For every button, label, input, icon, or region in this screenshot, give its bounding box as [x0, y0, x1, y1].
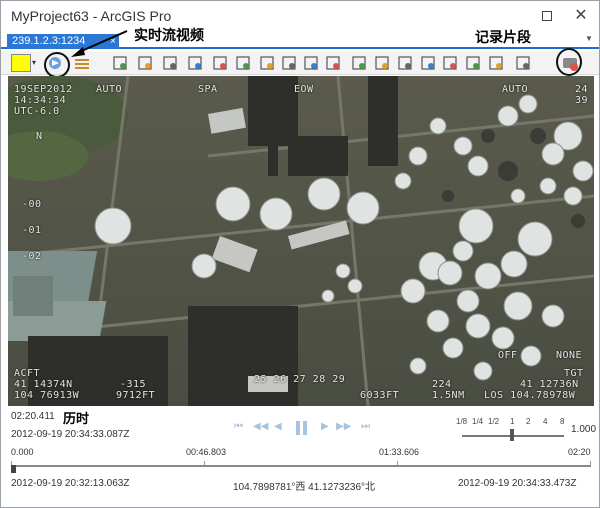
- go-to-end-icon[interactable]: ⏭: [361, 421, 370, 432]
- annotation-arrow: [71, 30, 128, 57]
- osd-acft-lon: 104 76913W: [14, 390, 80, 401]
- speed-label-2: 1/2: [488, 417, 500, 426]
- osd-acft-lat: 41 14374N: [14, 379, 73, 390]
- edit-graphic-icon[interactable]: [280, 54, 298, 72]
- osd-spa: SPA: [198, 84, 218, 95]
- osd-zoom: 39: [575, 95, 589, 106]
- pause-icon-bar-left: [296, 421, 300, 435]
- pause-button[interactable]: [296, 421, 308, 435]
- osd-north: N: [36, 131, 43, 142]
- speed-value: 1.000: [571, 424, 597, 435]
- restore-icon: [542, 11, 552, 21]
- playback-controls: 02:20.411 历时 2012-09-19 20:34:33.087Z ⏮ …: [1, 407, 599, 507]
- osd-tgt: TGT: [564, 368, 584, 379]
- step-forward-icon[interactable]: ▶: [321, 421, 329, 432]
- osd-date: 19SEP2012: [14, 84, 73, 95]
- timeline-track[interactable]: [11, 465, 591, 467]
- arcgis-video-player-window: MyProject63 - ArcGIS Pro ✕ 239.1.2.3:123…: [0, 0, 600, 508]
- start-datetime: 2012-09-19 20:32:13.063Z: [11, 478, 130, 489]
- pause-icon-bar-right: [303, 421, 307, 435]
- live-stream-highlight-circle: [44, 52, 70, 78]
- table-icon[interactable]: [350, 54, 368, 72]
- speed-label-3: 1: [510, 417, 515, 426]
- zoom-to-frame-icon[interactable]: [136, 54, 154, 72]
- timeline-thumb[interactable]: [11, 465, 16, 473]
- window-title: MyProject63 - ArcGIS Pro: [11, 8, 172, 24]
- speed-label-4: 2: [526, 417, 531, 426]
- speed-label-6: 8: [560, 417, 565, 426]
- record-icon[interactable]: [487, 54, 505, 72]
- step-back-icon[interactable]: ◀: [274, 421, 282, 432]
- swatch-dropdown-icon[interactable]: ▾: [32, 54, 40, 72]
- next-frame-icon[interactable]: ▶▶: [336, 421, 351, 432]
- elapsed-time: 02:20.411: [11, 411, 55, 422]
- osd-scale-2: -02: [22, 251, 42, 262]
- osd-auto-right: AUTO: [502, 84, 529, 95]
- osd-utc: UTC-6.0: [14, 106, 60, 117]
- osd-off: OFF: [498, 350, 518, 361]
- timeline-mark-1: 00:46.803: [186, 447, 227, 457]
- current-datetime: 2012-09-19 20:34:33.087Z: [11, 429, 130, 440]
- record-clip-highlight-circle: [556, 48, 582, 76]
- speed-label-0: 1/8: [456, 417, 468, 426]
- osd-tgt-lat: 41 12736N: [520, 379, 579, 390]
- image-icon[interactable]: [396, 54, 414, 72]
- osd-scale-1: -01: [22, 225, 42, 236]
- north-arrow-icon[interactable]: [211, 54, 229, 72]
- close-button[interactable]: ✕: [571, 7, 591, 25]
- frame-icon[interactable]: [373, 54, 391, 72]
- delete-graphic-icon[interactable]: [258, 54, 276, 72]
- osd-mode: AUTO: [96, 84, 123, 95]
- osd-range-unit: 1.5NM: [432, 390, 465, 401]
- zoom-to-footprint-icon[interactable]: [161, 54, 179, 72]
- osd-scale-0: -00: [22, 199, 42, 210]
- elapsed-annotation: 历时: [61, 408, 92, 427]
- restore-button[interactable]: [537, 7, 557, 25]
- end-datetime: 2012-09-19 20:34:33.473Z: [458, 478, 577, 489]
- camera-icon[interactable]: [441, 54, 459, 72]
- osd-time: 14:34:34: [14, 95, 67, 106]
- close-icon: ✕: [574, 7, 588, 24]
- measure-icon[interactable]: [302, 54, 320, 72]
- video-frame[interactable]: 19SEP2012 14:34:34 UTC-6.0 AUTO SPA EOW …: [8, 76, 594, 406]
- osd-tgt-los: LOS 104.78978W: [484, 390, 576, 401]
- add-point-icon[interactable]: [234, 54, 252, 72]
- record-clip-annotation: 记录片段: [473, 27, 533, 47]
- stop-record-icon[interactable]: [514, 54, 532, 72]
- osd-center-coords: 25 26 27 28 29: [254, 374, 346, 385]
- osd-center-alt: 6033FT: [360, 390, 400, 401]
- osd-none: NONE: [556, 350, 583, 361]
- zoom-to-sensor-icon[interactable]: [186, 54, 204, 72]
- osd-acft: ACFT: [14, 368, 41, 379]
- osd-eow: EOW: [294, 84, 314, 95]
- speed-slider-thumb[interactable]: [510, 429, 514, 441]
- tab-dropdown-icon[interactable]: ▼: [585, 34, 593, 43]
- osd-heading: -315: [120, 379, 147, 390]
- export-icon[interactable]: [419, 54, 437, 72]
- osd-range-val: 224: [432, 379, 452, 390]
- previous-frame-icon[interactable]: ◀◀: [253, 421, 268, 432]
- coordinates-readout: 104.7898781°西 41.1273236°北: [233, 482, 376, 493]
- timeline-end: 02:20: [568, 447, 591, 457]
- speed-label-1: 1/4: [472, 417, 484, 426]
- timeline-mark-2: 01:33.606: [379, 447, 420, 457]
- speed-label-5: 4: [543, 417, 548, 426]
- live-stream-annotation: 实时流视频: [132, 25, 206, 45]
- osd-alt: 9712FT: [116, 390, 156, 401]
- osd-gain: 24: [575, 84, 589, 95]
- timeline-start: 0.000: [11, 447, 34, 457]
- clip-icon[interactable]: [324, 54, 342, 72]
- go-to-start-icon[interactable]: ⏮: [234, 421, 243, 432]
- video-icon[interactable]: [464, 54, 482, 72]
- color-swatch-button[interactable]: [11, 54, 31, 72]
